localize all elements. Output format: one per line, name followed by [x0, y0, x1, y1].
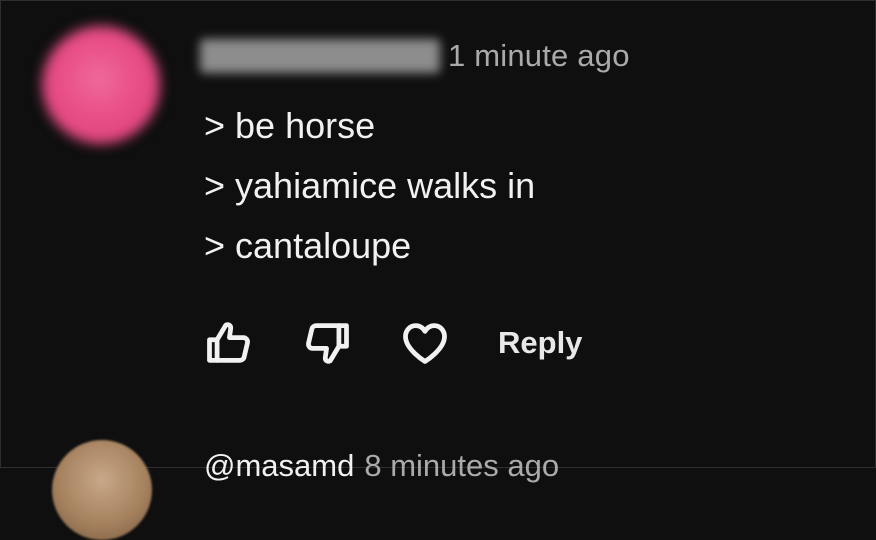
thumbs-up-icon — [207, 322, 250, 363]
thumbs-down-icon — [306, 323, 349, 364]
avatar[interactable] — [52, 440, 152, 540]
like-button[interactable] — [200, 314, 258, 372]
comment-timestamp[interactable]: 1 minute ago — [448, 38, 630, 74]
comment-line: > yahiamice walks in — [204, 165, 536, 206]
reply-button[interactable]: Reply — [498, 319, 582, 367]
comment-line: > cantaloupe — [204, 225, 412, 266]
avatar[interactable] — [42, 26, 160, 144]
username-redacted[interactable] — [200, 39, 440, 73]
dislike-button[interactable] — [298, 314, 356, 372]
heart-button[interactable] — [396, 314, 454, 372]
comment-header: 1 minute ago — [200, 30, 630, 82]
comment-line: > be horse — [204, 105, 376, 146]
comment-actions: Reply — [200, 312, 582, 374]
next-comment-header: @masamd 8 minutes ago — [204, 448, 559, 484]
comment-timestamp[interactable]: 8 minutes ago — [364, 448, 559, 484]
comment-body: > be horse > yahiamice walks in > cantal… — [204, 96, 535, 276]
heart-icon — [403, 323, 447, 364]
comment-username[interactable]: @masamd — [204, 448, 354, 484]
